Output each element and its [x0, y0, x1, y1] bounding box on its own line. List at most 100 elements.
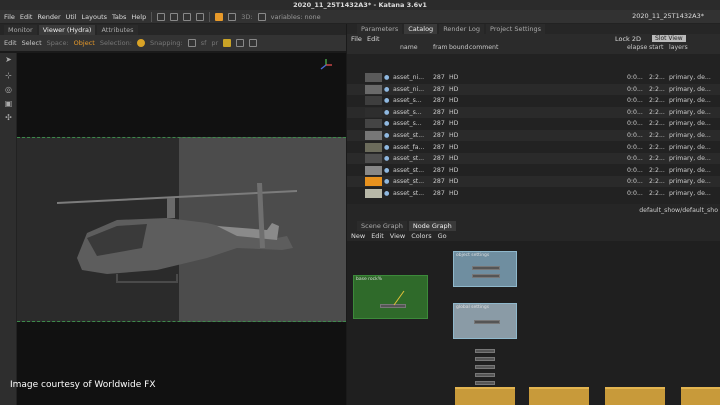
cell-elapsed: 0:0... — [627, 85, 643, 93]
ng-menu-new[interactable]: New — [351, 232, 365, 240]
table-row[interactable]: ● asset_s... 287 HD 0:0... 2:2... primary, de.… — [347, 95, 720, 106]
scale-tool-icon[interactable]: ▣ — [4, 99, 13, 108]
backdrop-global-settings[interactable]: global settings — [453, 303, 517, 339]
display-icon[interactable] — [236, 39, 245, 47]
catalog-status-icon: ● — [384, 155, 390, 163]
tab-monitor[interactable]: Monitor — [4, 25, 37, 35]
header-start[interactable]: start — [649, 44, 663, 51]
shading-toggle[interactable]: sf — [201, 39, 207, 47]
catalog-table: ● asset_ni... 287 HD 0:0... 2:2... primary, de… — [347, 54, 720, 204]
tab-project-settings[interactable]: Project Settings — [486, 24, 545, 34]
ng-menu-edit[interactable]: Edit — [371, 232, 384, 240]
header-name[interactable]: name — [400, 44, 418, 51]
ng-menu-colors[interactable]: Colors — [411, 232, 431, 240]
menu-util[interactable]: Util — [66, 13, 77, 21]
table-row[interactable]: ● asset_st... 287 HD 0:0... 2:2... primary, de… — [347, 165, 720, 176]
table-row[interactable]: ● asset_ni... 287 HD 0:0... 2:2... primary, de… — [347, 72, 720, 83]
save-icon[interactable] — [183, 12, 192, 21]
node[interactable] — [472, 274, 500, 278]
cell-layers: primary, de... — [669, 143, 711, 151]
menu-file[interactable]: File — [4, 13, 15, 21]
table-row[interactable]: ● asset_s... 287 HD 0:0... 2:2... primary, de.… — [347, 106, 720, 118]
cell-start: 2:2... — [649, 108, 665, 116]
table-row[interactable]: ● asset_fa... 287 HD 0:0... 2:2... primary, de… — [347, 142, 720, 153]
header-bound[interactable]: bound — [449, 44, 468, 51]
node[interactable] — [475, 373, 495, 377]
select-tool-icon[interactable]: ➤ — [4, 55, 13, 64]
camera-icon[interactable] — [223, 39, 232, 47]
eye-icon[interactable] — [249, 39, 258, 47]
menu-tabs[interactable]: Tabs — [112, 13, 126, 21]
table-row[interactable]: ● asset_ni... 287 HD 0:0... 2:2... primary, de… — [347, 83, 720, 95]
backdrop-object-settings[interactable]: object settings — [453, 251, 517, 287]
lock-2d-toggle[interactable]: Lock 2D — [615, 35, 641, 43]
catalog-status-icon: ● — [384, 97, 390, 105]
tab-scene-graph[interactable]: Scene Graph — [357, 221, 407, 231]
tab-parameters[interactable]: Parameters — [357, 24, 403, 34]
output-node[interactable] — [605, 387, 665, 405]
output-node[interactable] — [455, 387, 515, 405]
cell-bound: HD — [449, 85, 459, 93]
table-row[interactable]: ● asset_s... 287 HD 0:0... 2:2... primary, de.… — [347, 118, 720, 129]
node[interactable] — [475, 357, 495, 361]
node[interactable] — [475, 381, 495, 385]
cell-start: 2:2... — [649, 120, 665, 128]
table-row[interactable]: ● asset_st... 287 HD 0:0... 2:2... primary, de… — [347, 188, 720, 199]
header-comment[interactable]: comment — [469, 44, 498, 51]
play-icon[interactable] — [257, 12, 266, 21]
table-row[interactable]: ● asset_st... 287 HD 0:0... 2:2... primary, de… — [347, 130, 720, 141]
render-thumbnail — [365, 131, 382, 140]
cell-name: asset_s... — [393, 120, 422, 128]
menu-help[interactable]: Help — [131, 13, 146, 21]
render-icon[interactable] — [196, 12, 205, 21]
table-row[interactable]: ● asset_st... 287 HD 0:0... 2:2... primary, de… — [347, 176, 720, 188]
space-dropdown[interactable]: Object — [74, 39, 95, 47]
variables-label[interactable]: variables: none — [271, 13, 321, 21]
tab-catalog[interactable]: Catalog — [404, 24, 438, 34]
translate-tool-icon[interactable]: ⊹ — [4, 71, 13, 80]
undo-icon[interactable] — [157, 12, 166, 21]
node[interactable] — [472, 266, 500, 270]
project-name: 2020_11_25T1432A3* — [632, 12, 704, 20]
backdrop-base-rock[interactable]: base rock% — [353, 275, 428, 319]
node[interactable] — [474, 320, 500, 324]
tab-node-graph[interactable]: Node Graph — [408, 221, 456, 231]
menu-render[interactable]: Render — [37, 13, 60, 21]
preview-toggle[interactable]: pr — [211, 39, 218, 47]
redo-icon[interactable] — [170, 12, 179, 21]
ng-menu-go[interactable]: Go — [438, 232, 447, 240]
tab-render-log[interactable]: Render Log — [439, 24, 485, 34]
ng-menu-view[interactable]: View — [390, 232, 405, 240]
catalog-menu-file[interactable]: File — [351, 35, 362, 43]
lock-icon[interactable] — [215, 12, 224, 21]
cell-layers: primary, de... — [669, 132, 711, 139]
viewer-select-menu[interactable]: Select — [22, 39, 42, 47]
header-layers[interactable]: layers — [669, 44, 688, 51]
rotate-tool-icon[interactable]: ◎ — [4, 85, 13, 94]
node[interactable] — [475, 365, 495, 369]
snapping-icon[interactable] — [187, 39, 196, 47]
slot-view-button[interactable]: Slot View — [652, 35, 686, 42]
header-elapsed[interactable]: elapse — [627, 44, 647, 51]
cell-elapsed: 0:0... — [627, 120, 643, 128]
viewer-edit-menu[interactable]: Edit — [4, 39, 17, 47]
cell-frame: 287 — [433, 97, 445, 105]
menu-edit[interactable]: Edit — [20, 13, 33, 21]
viewport[interactable] — [17, 53, 346, 405]
output-node[interactable] — [529, 387, 589, 405]
node-graph-canvas[interactable]: object settings base rock% global settin… — [347, 241, 720, 405]
table-row[interactable]: ● asset_st... 287 HD 0:0... 2:2... primary, de… — [347, 153, 720, 165]
cell-elapsed: 0:0... — [627, 190, 643, 197]
output-node[interactable] — [681, 387, 720, 405]
catalog-menu-edit[interactable]: Edit — [367, 35, 380, 43]
light-icon[interactable] — [228, 12, 237, 21]
menu-layouts[interactable]: Layouts — [82, 13, 107, 21]
header-frame[interactable]: fram — [433, 44, 448, 51]
selection-mode-icon[interactable] — [136, 39, 145, 47]
node[interactable] — [475, 349, 495, 353]
helicopter-model — [57, 183, 297, 283]
tab-viewer-hydra[interactable]: Viewer (Hydra) — [38, 25, 96, 35]
tab-attributes[interactable]: Attributes — [97, 25, 138, 35]
transform-tool-icon[interactable]: ✣ — [4, 113, 13, 122]
cell-elapsed: 0:0... — [627, 143, 643, 151]
